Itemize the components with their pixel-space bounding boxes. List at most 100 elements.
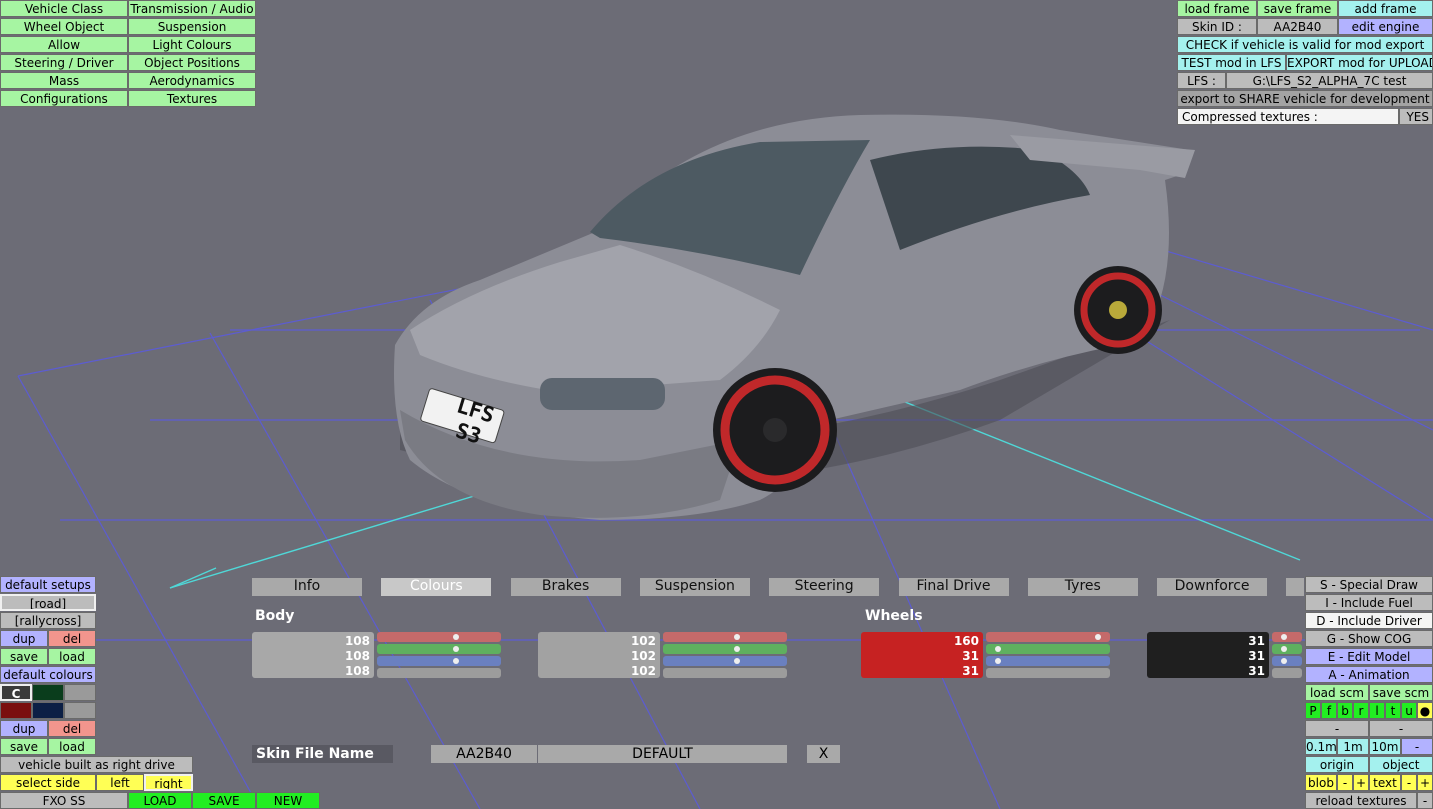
colour-swatch[interactable] (64, 684, 96, 701)
colours-load-button[interactable]: load (48, 738, 96, 755)
grid-minus-button[interactable]: - (1401, 738, 1433, 755)
menu-steering-driver[interactable]: Steering / Driver (0, 54, 128, 71)
check-valid-button[interactable]: CHECK if vehicle is valid for mod export (1177, 36, 1433, 53)
view-u-button[interactable]: u (1401, 702, 1417, 719)
tab-overflow[interactable] (1286, 578, 1304, 596)
blob-plus-button[interactable]: + (1353, 774, 1369, 791)
menu-suspension[interactable]: Suspension (128, 18, 256, 35)
minus-right-button[interactable]: - (1369, 720, 1433, 737)
body1-slider-knob[interactable] (453, 634, 459, 640)
show-cog-button[interactable]: G - Show COG (1305, 630, 1433, 647)
setup-road[interactable]: [road] (0, 594, 96, 611)
colours-dup-button[interactable]: dup (0, 720, 48, 737)
wheel1-slider-knob[interactable] (995, 646, 1001, 652)
load-scm-button[interactable]: load scm (1305, 684, 1369, 701)
menu-light-colours[interactable]: Light Colours (128, 36, 256, 53)
right-side-button[interactable]: right (144, 774, 193, 791)
add-frame-button[interactable]: add frame (1338, 0, 1433, 17)
tab-final-drive[interactable]: Final Drive (898, 578, 1009, 596)
save-scm-button[interactable]: save scm (1369, 684, 1433, 701)
menu-aerodynamics[interactable]: Aerodynamics (128, 72, 256, 89)
menu-configurations[interactable]: Configurations (0, 90, 128, 107)
tab-downforce[interactable]: Downforce (1157, 578, 1268, 596)
body2-slider-knob[interactable] (734, 634, 740, 640)
wheel2-slider-knob[interactable] (1281, 634, 1287, 640)
menu-allow[interactable]: Allow (0, 36, 128, 53)
origin-button[interactable]: origin (1305, 756, 1369, 773)
grid-10m-button[interactable]: 10m (1369, 738, 1401, 755)
grid-0-1m-button[interactable]: 0.1m (1305, 738, 1337, 755)
tab-steering[interactable]: Steering (769, 578, 880, 596)
reload-textures-button[interactable]: reload textures (1305, 792, 1417, 809)
body1-swatch[interactable]: 108 108 108 (252, 632, 374, 678)
view-dot-button[interactable]: ● (1417, 702, 1433, 719)
default-setups-button[interactable]: default setups (0, 576, 96, 593)
text-minus-button[interactable]: - (1401, 774, 1417, 791)
body2-slider-green[interactable] (663, 644, 787, 654)
setup-rallycross[interactable]: [rallycross] (0, 612, 96, 629)
view-l-button[interactable]: l (1369, 702, 1385, 719)
edit-engine-button[interactable]: edit engine (1338, 18, 1433, 35)
body2-slider-red[interactable] (663, 632, 787, 642)
skin-id-field[interactable]: AA2B40 (431, 745, 537, 763)
body1-slider-red[interactable] (377, 632, 501, 642)
wheel1-slider-knob[interactable] (1095, 634, 1101, 640)
view-f-button[interactable]: f (1321, 702, 1337, 719)
wheel2-slider-red[interactable] (1272, 632, 1302, 642)
minus-left-button[interactable]: - (1305, 720, 1369, 737)
wheel2-slider-knob[interactable] (1281, 658, 1287, 664)
lfs-path[interactable]: G:\LFS_S2_ALPHA_7C test (1226, 72, 1433, 89)
edit-model-button[interactable]: E - Edit Model (1305, 648, 1433, 665)
colours-save-button[interactable]: save (0, 738, 48, 755)
colours-del-button[interactable]: del (48, 720, 96, 737)
wheel1-swatch[interactable]: 160 31 31 (861, 632, 983, 678)
view-b-button[interactable]: b (1337, 702, 1353, 719)
tab-info[interactable]: Info (252, 578, 362, 596)
body2-slider-alpha[interactable] (663, 668, 787, 678)
wheel1-slider-alpha[interactable] (986, 668, 1110, 678)
wheel1-slider-knob[interactable] (995, 658, 1001, 664)
compressed-textures-toggle[interactable]: YES (1399, 108, 1433, 125)
tab-colours[interactable]: Colours (381, 578, 492, 596)
body2-swatch[interactable]: 102 102 102 (538, 632, 660, 678)
menu-wheel-object[interactable]: Wheel Object (0, 18, 128, 35)
left-side-button[interactable]: left (96, 774, 144, 791)
wheel1-slider-green[interactable] (986, 644, 1110, 654)
setup-dup-button[interactable]: dup (0, 630, 48, 647)
menu-mass[interactable]: Mass (0, 72, 128, 89)
body2-slider-knob[interactable] (734, 646, 740, 652)
body2-slider-blue[interactable] (663, 656, 787, 666)
view-t-button[interactable]: t (1385, 702, 1401, 719)
animation-button[interactable]: A - Animation (1305, 666, 1433, 683)
special-draw-button[interactable]: S - Special Draw (1305, 576, 1433, 593)
menu-object-positions[interactable]: Object Positions (128, 54, 256, 71)
colour-swatch[interactable] (32, 702, 64, 719)
body2-slider-knob[interactable] (734, 658, 740, 664)
export-share-button[interactable]: export to SHARE vehicle for development (1177, 90, 1433, 107)
save-vehicle-button[interactable]: SAVE (192, 792, 256, 809)
wheel2-slider-blue[interactable] (1272, 656, 1302, 666)
colour-swatch[interactable] (0, 702, 32, 719)
wheel2-slider-green[interactable] (1272, 644, 1302, 654)
include-driver-button[interactable]: D - Include Driver (1305, 612, 1433, 629)
wheel1-slider-blue[interactable] (986, 656, 1110, 666)
wheel2-slider-alpha[interactable] (1272, 668, 1302, 678)
colour-swatch[interactable] (32, 684, 64, 701)
test-mod-button[interactable]: TEST mod in LFS (1177, 54, 1286, 71)
export-mod-button[interactable]: EXPORT mod for UPLOAD (1286, 54, 1433, 71)
wheel2-slider-knob[interactable] (1281, 646, 1287, 652)
load-frame-button[interactable]: load frame (1177, 0, 1257, 17)
skin-close-button[interactable]: X (807, 745, 840, 763)
skin-name-field[interactable]: DEFAULT (538, 745, 787, 763)
body1-slider-green[interactable] (377, 644, 501, 654)
tab-brakes[interactable]: Brakes (510, 578, 621, 596)
wheel1-slider-red[interactable] (986, 632, 1110, 642)
view-r-button[interactable]: r (1353, 702, 1369, 719)
setup-save-button[interactable]: save (0, 648, 48, 665)
default-colours-button[interactable]: default colours (0, 666, 96, 683)
menu-vehicle-class[interactable]: Vehicle Class (0, 0, 128, 17)
view-P-button[interactable]: P (1305, 702, 1321, 719)
reload-minus-button[interactable]: - (1417, 792, 1433, 809)
new-vehicle-button[interactable]: NEW (256, 792, 320, 809)
save-frame-button[interactable]: save frame (1257, 0, 1338, 17)
